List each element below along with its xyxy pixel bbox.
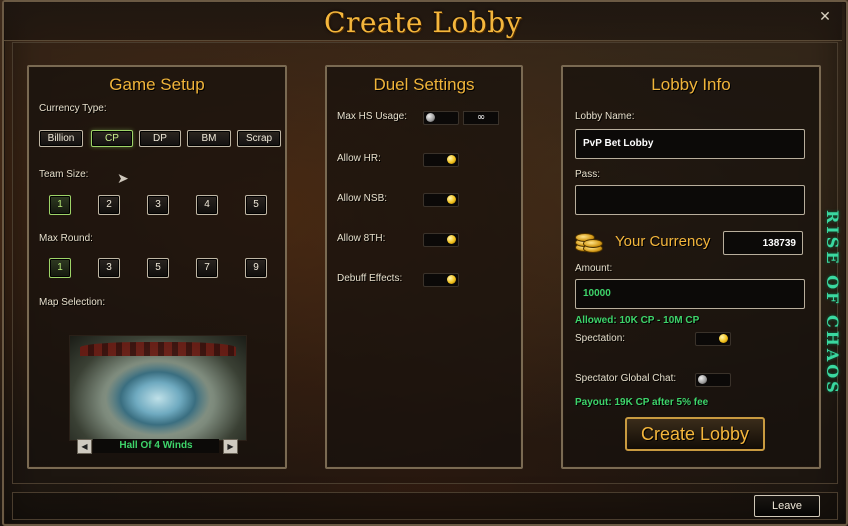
allow-hr-label: Allow HR: [337, 153, 381, 164]
duel-settings-panel: Duel Settings Max HS Usage: ∞ Allow HR: … [325, 65, 523, 469]
map-next-arrow-icon[interactable]: ▶ [223, 439, 238, 454]
team-size-3[interactable]: 3 [147, 195, 169, 215]
team-size-2[interactable]: 2 [98, 195, 120, 215]
spectator-chat-toggle[interactable] [695, 373, 731, 387]
coins-icon [575, 229, 603, 253]
content-area: Game Setup Currency Type: Billion CP DP … [12, 42, 838, 484]
max-round-5[interactable]: 5 [147, 258, 169, 278]
spectator-chat-label: Spectator Global Chat: [575, 373, 677, 384]
map-preview-image [69, 335, 247, 441]
currency-bm-button[interactable]: BM [187, 130, 231, 147]
toggle-knob [447, 275, 456, 284]
toggle-knob [447, 195, 456, 204]
lobby-name-input[interactable]: PvP Bet Lobby [575, 129, 805, 159]
game-setup-panel: Game Setup Currency Type: Billion CP DP … [27, 65, 287, 469]
toggle-knob [719, 334, 728, 343]
team-size-4[interactable]: 4 [196, 195, 218, 215]
map-selection-label: Map Selection: [39, 297, 106, 308]
debuff-effects-label: Debuff Effects: [337, 273, 403, 284]
amount-label: Amount: [575, 263, 613, 274]
game-logo-banner: RISE OF CHAOS [823, 210, 842, 396]
team-size-label: Team Size: [39, 169, 89, 180]
currency-balance: 138739 [723, 231, 803, 255]
leave-button[interactable]: Leave [754, 495, 820, 517]
currency-billion-button[interactable]: Billion [39, 130, 83, 147]
currency-scrap-button[interactable]: Scrap [237, 130, 281, 147]
toggle-knob [698, 375, 707, 384]
max-hs-value[interactable]: ∞ [463, 111, 499, 125]
close-icon[interactable]: ✕ [818, 10, 832, 24]
spectation-toggle[interactable] [695, 332, 731, 346]
currency-dp-button[interactable]: DP [139, 130, 181, 147]
duel-settings-title: Duel Settings [373, 75, 475, 94]
create-lobby-button[interactable]: Create Lobby [625, 417, 765, 451]
allow-hr-toggle[interactable] [423, 153, 459, 167]
pass-input[interactable] [575, 185, 805, 215]
amount-input[interactable]: 10000 [575, 279, 805, 309]
max-round-7[interactable]: 7 [196, 258, 218, 278]
team-size-5[interactable]: 5 [245, 195, 267, 215]
mouse-cursor-icon: ➤ [117, 171, 129, 187]
allow-8th-label: Allow 8TH: [337, 233, 386, 244]
lobby-info-panel: Lobby Info Lobby Name: PvP Bet Lobby Pas… [561, 65, 821, 469]
debuff-effects-toggle[interactable] [423, 273, 459, 287]
map-prev-arrow-icon[interactable]: ◀ [77, 439, 92, 454]
max-round-3[interactable]: 3 [98, 258, 120, 278]
footer-bar [12, 492, 838, 520]
lobby-info-title: Lobby Info [651, 75, 731, 94]
allow-8th-toggle[interactable] [423, 233, 459, 247]
payout-text: Payout: 19K CP after 5% fee [575, 397, 709, 408]
pass-label: Pass: [575, 169, 601, 180]
toggle-knob [447, 155, 456, 164]
allow-nsb-toggle[interactable] [423, 193, 459, 207]
window-title: Create Lobby [324, 6, 522, 39]
map-name: Hall Of 4 Winds [93, 439, 219, 453]
game-setup-title: Game Setup [109, 75, 205, 94]
lobby-name-label: Lobby Name: [575, 111, 635, 122]
max-round-label: Max Round: [39, 233, 93, 244]
max-hs-toggle[interactable] [423, 111, 459, 125]
max-hs-label: Max HS Usage: [337, 111, 408, 122]
title-bar: Create Lobby ✕ [4, 2, 842, 41]
allowed-range-text: Allowed: 10K CP - 10M CP [575, 315, 700, 326]
spectation-label: Spectation: [575, 333, 626, 344]
allow-nsb-label: Allow NSB: [337, 193, 388, 204]
max-round-1[interactable]: 1 [49, 258, 71, 278]
currency-type-label: Currency Type: [39, 103, 107, 114]
toggle-knob [426, 113, 435, 122]
currency-cp-button[interactable]: CP [91, 130, 133, 147]
max-round-9[interactable]: 9 [245, 258, 267, 278]
your-currency-heading: Your Currency [615, 233, 711, 250]
toggle-knob [447, 235, 456, 244]
team-size-1[interactable]: 1 [49, 195, 71, 215]
